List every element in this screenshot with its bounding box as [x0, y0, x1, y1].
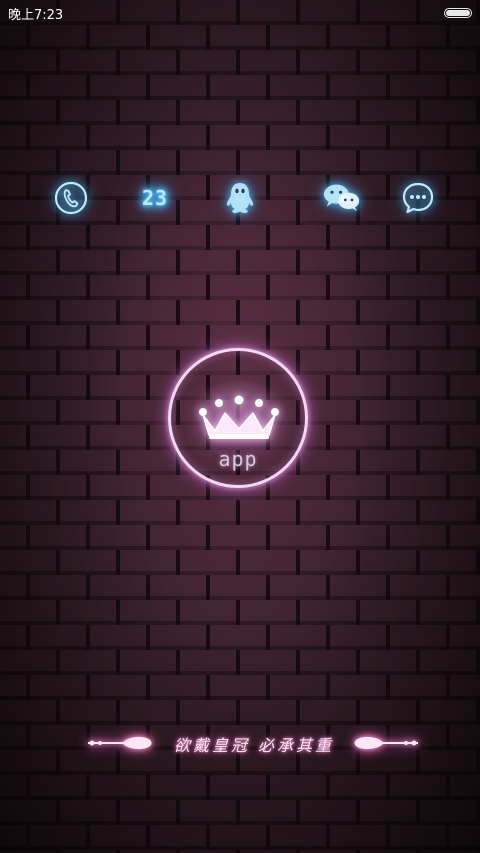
app-icon-row: 23: [0, 178, 480, 222]
crown-icon: [199, 395, 279, 439]
crown-app-label: app: [218, 447, 258, 471]
phone-icon[interactable]: [51, 178, 91, 218]
status-time: 晚上7:23: [8, 7, 64, 23]
right-ornament-icon: [354, 736, 418, 750]
calendar-icon[interactable]: 23: [135, 178, 175, 218]
slogan-row: 欲戴皇冠 必承其重: [0, 728, 480, 758]
left-ornament-icon: [88, 736, 152, 750]
status-bar: 晚上7:23: [0, 0, 480, 26]
slogan-text: 欲戴皇冠 必承其重: [173, 736, 335, 755]
lock-screen: 晚上7:23 23 app 欲戴皇冠 必承其重: [0, 0, 480, 853]
phone-icon-graphic: [54, 181, 88, 215]
calendar-date: 23: [141, 186, 169, 210]
qq-penguin-icon[interactable]: [220, 178, 260, 218]
wechat-icon[interactable]: [322, 178, 362, 218]
qq-penguin-graphic: [226, 183, 254, 214]
battery-level: [446, 10, 470, 16]
battery-icon: [444, 8, 472, 18]
messages-icon[interactable]: [398, 178, 438, 218]
messages-graphic: [402, 182, 434, 214]
wechat-graphic: [323, 184, 360, 212]
crown-app-button[interactable]: app: [168, 348, 308, 488]
